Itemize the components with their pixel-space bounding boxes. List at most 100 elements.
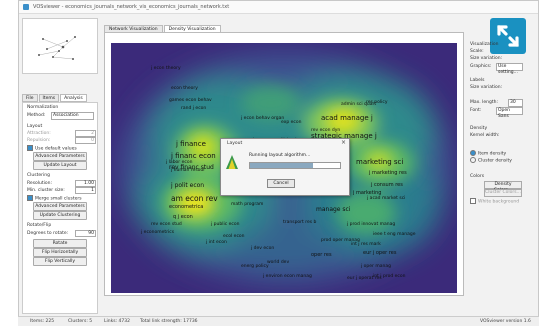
term-label[interactable]: energ policy [241,264,269,270]
white-background-checkbox[interactable]: White background [470,198,519,205]
flip-horizontally-button[interactable]: Flip Horizontally [33,248,87,257]
radio-icon [470,150,476,156]
max-length-input[interactable]: 30 [508,99,523,107]
min-cluster-input[interactable]: 1 [75,187,96,194]
term-label[interactable]: marketing sci [356,159,403,166]
term-label[interactable]: j financ econ [171,153,216,160]
status-version: VOSviewer version 1.6 [480,319,531,324]
font-select[interactable]: Open Sans [496,107,523,119]
dialog-title: Layout [227,141,243,146]
vosviewer-logo-icon [226,155,238,169]
term-label[interactable]: res policy [366,100,388,106]
term-label[interactable]: j int econ [206,240,227,246]
term-label[interactable]: j marketing res [369,171,407,176]
term-label[interactable]: prod oper manag [321,238,360,244]
repulsion-input[interactable]: 0 [75,137,96,144]
resolution-label: Resolution: [27,181,53,186]
label-size-variation-label: Size variation: [470,85,503,90]
term-label[interactable]: j econ theory [151,66,181,72]
cancel-button[interactable]: Cancel [267,179,295,188]
density-colors-button[interactable]: Density Colors... [484,181,522,193]
term-label[interactable]: j econometrics [141,230,174,236]
progress-fill [250,163,313,168]
tab-file[interactable]: File [22,94,38,102]
tab-items[interactable]: Items [38,94,60,102]
term-label[interactable]: rev financ stud [169,165,214,171]
repulsion-label: Repulsion: [27,138,51,143]
degrees-label: Degrees to rotate: [27,231,69,236]
labels-heading: Labels [470,78,485,83]
degrees-input[interactable]: 90 [75,230,96,237]
term-label[interactable]: math program [231,202,263,208]
term-label[interactable]: j consum res [371,183,403,188]
advanced-parameters-button-2[interactable]: Advanced Parameters [33,202,87,211]
term-label[interactable]: j oper manag [361,264,391,270]
term-label[interactable]: exp econ [281,120,302,126]
tab-analysis[interactable]: Analysis [60,94,87,102]
attraction-input[interactable]: 2 [75,130,96,137]
term-label[interactable]: acad manage j [321,115,373,122]
status-links: Links: 4732 [104,319,130,324]
term-label[interactable]: q j econ [173,215,193,220]
checkbox-icon [27,145,33,151]
update-clustering-button[interactable]: Update Clustering [33,211,87,220]
term-label[interactable]: transport res b [283,220,316,226]
flip-vertically-button[interactable]: Flip Vertically [33,257,87,266]
clustering-heading: Clustering [27,173,50,178]
term-label[interactable]: econometrica [169,205,203,210]
rotate-button[interactable]: Rotate [33,239,87,248]
term-label[interactable]: j polit econ [171,183,204,189]
resolution-input[interactable]: 1.00 [75,180,96,187]
term-label[interactable]: j econ behav organ [241,116,284,122]
term-label[interactable]: world dev [267,260,289,266]
term-label[interactable]: ieee t eng manage [373,232,415,238]
cluster-density-radio[interactable]: Cluster density [470,157,512,164]
density-heading: Density [470,126,488,131]
min-cluster-label: Min. cluster size: [27,188,65,193]
term-label[interactable]: rand j econ [181,106,206,112]
checkbox-icon [470,198,476,204]
term-label[interactable]: manage sci [316,207,351,213]
status-link-strength: Total link strength: 17736 [140,319,198,324]
term-label[interactable]: oper res [311,253,332,258]
progress-bar [249,162,341,169]
term-label[interactable]: rev econ stud [151,222,182,228]
overview-map[interactable] [22,18,98,74]
scale-label: Scale: [470,49,484,54]
window-title: VOSviewer - economics_journals_network_v… [33,4,230,10]
term-label[interactable]: eur j oper res [363,251,396,256]
item-density-radio[interactable]: Item density [470,150,506,157]
term-label[interactable]: games econ behav [169,98,212,104]
term-label[interactable]: j acad market sci [367,196,405,202]
term-label[interactable]: int j prod econ [373,274,405,280]
graphics-select[interactable]: Use setting... [496,63,523,75]
update-layout-button[interactable]: Update Layout [33,161,87,170]
advanced-parameters-button[interactable]: Advanced Parameters [33,152,87,161]
item-density-label: Item density [478,151,507,157]
merge-small-label: Merge small clusters [35,196,82,202]
layout-dialog: Layout × Running layout algorithm... Can… [220,138,350,196]
cluster-density-label: Cluster density [478,158,512,164]
status-clusters: Clusters: 5 [68,319,93,324]
merge-small-checkbox[interactable]: Merge small clusters [27,195,82,202]
close-icon[interactable]: × [341,139,346,146]
title-bar: VOSviewer - economics_journals_network_v… [19,1,538,14]
cluster-colors-button[interactable]: Cluster Colors... [484,189,522,197]
method-select[interactable]: Association [51,112,94,120]
status-bar: Items: 225 Clusters: 5 Links: 4732 Total… [18,316,539,326]
analysis-panel: Normalization Method: Association Layout… [22,102,98,314]
layout-heading: Layout [27,124,43,129]
term-label[interactable]: econ theory [171,86,198,92]
term-label[interactable]: j prod innovat manag [347,222,395,228]
term-label[interactable]: j finance [176,141,206,148]
term-label[interactable]: j environ econ manag [263,274,312,280]
radio-icon [470,157,476,163]
term-label[interactable]: am econ rev [171,195,218,203]
term-label[interactable]: ecol econ [223,234,245,240]
use-default-checkbox[interactable]: Use default values [27,145,77,152]
font-label: Font: [470,108,482,113]
term-label[interactable]: j public econ [211,222,240,228]
dialog-message: Running layout algorithm... [249,153,311,158]
term-label[interactable]: j dev econ [251,246,274,252]
term-label[interactable]: int j res mark [351,242,381,248]
